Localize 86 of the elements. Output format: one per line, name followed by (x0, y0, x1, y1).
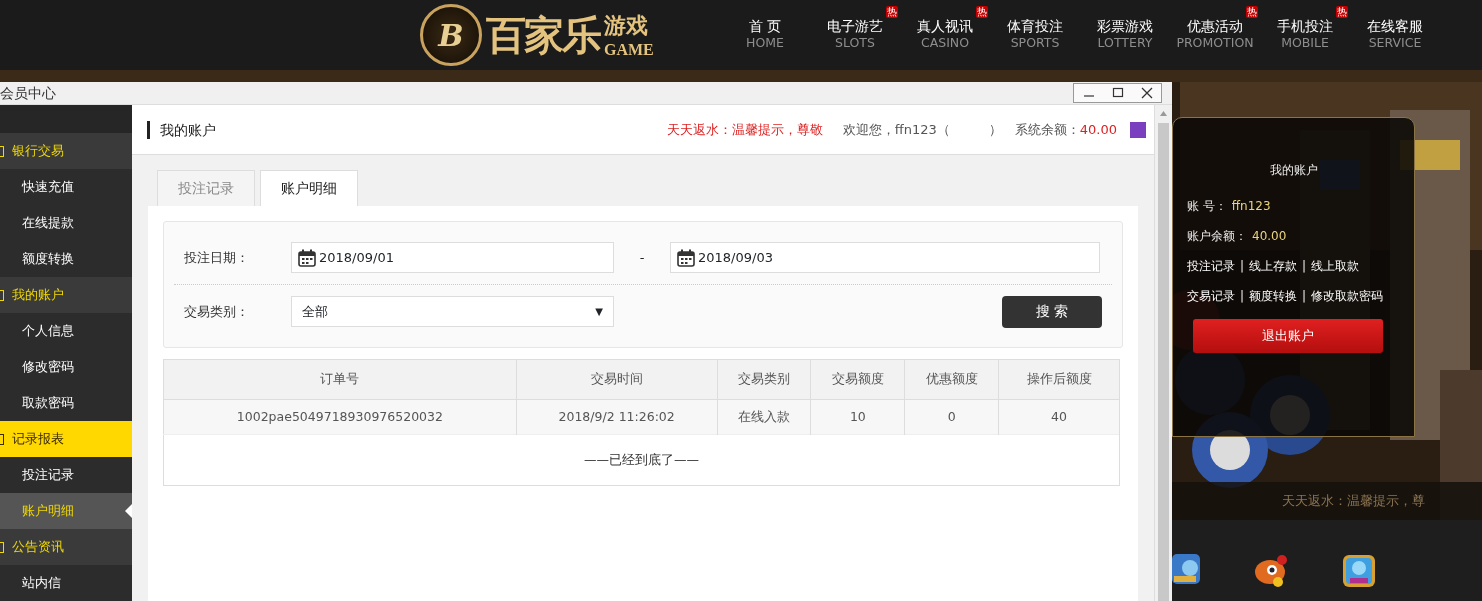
hot-badge: 热 (1336, 5, 1348, 18)
table-cell: 0 (904, 399, 999, 435)
logo-title: 百家乐 (486, 15, 600, 55)
nav-link[interactable]: 体育投注 SPORTS (990, 17, 1080, 51)
close-icon[interactable] (1140, 87, 1153, 99)
menu-group-icon (0, 542, 4, 553)
panel-link[interactable]: 投注记录 (1187, 257, 1235, 275)
hot-badge: 热 (976, 5, 988, 18)
balance-value: 40.00 (1079, 120, 1117, 139)
menu-group[interactable]: 我的账户 (0, 277, 132, 313)
column-header: 优惠额度 (904, 359, 999, 400)
panel-link[interactable]: 线上存款 (1249, 257, 1298, 275)
panel-title: 我的账户 (1268, 162, 1319, 179)
date-separator: - (638, 248, 646, 267)
menu-item[interactable]: 投注记录 (0, 457, 132, 493)
game-icon (1342, 554, 1376, 588)
date-field[interactable]: 2018/09/03 (670, 242, 1100, 273)
column-header: 交易类别 (717, 359, 811, 400)
calendar-icon (298, 248, 316, 267)
nav-link[interactable]: 彩票游戏 LOTTERY (1080, 17, 1170, 51)
nav-link[interactable]: 在线客服 SERVICE (1350, 17, 1440, 51)
marquee-text: 天天返水：温馨提示，尊敬 (667, 120, 824, 139)
select-field[interactable]: 全部 ▼ (291, 296, 614, 327)
table-cell: 10 (810, 399, 905, 435)
menu-group-icon (0, 290, 4, 301)
link-separator: | (1302, 288, 1307, 305)
column-header: 订单号 (163, 359, 517, 400)
panel-link[interactable]: 交易记录 (1187, 287, 1235, 305)
menu-group[interactable]: 记录报表 (0, 421, 132, 457)
menu-item[interactable]: 个人信息 (0, 313, 132, 349)
nav-link[interactable]: 优惠活动 PROMOTION (1170, 17, 1260, 51)
menu-group-icon (0, 434, 4, 445)
link-separator: | (1302, 258, 1307, 275)
menu-item[interactable]: 账户明细 (0, 493, 132, 529)
field-label: 交易类别： (184, 302, 250, 321)
table-cell: 在线入款 (717, 399, 811, 435)
menu-item[interactable]: 取款密码 (0, 385, 132, 421)
game-icon (1172, 554, 1200, 586)
balance-value: 40.00 (1252, 228, 1287, 245)
link-separator: | (1240, 288, 1245, 305)
maximize-icon[interactable] (1111, 87, 1124, 99)
table-cell: 1002pae5049718930976520032 (163, 399, 517, 435)
field-label: 投注日期： (184, 248, 250, 267)
menu-group[interactable]: 银行交易 (0, 133, 132, 169)
end-note: ——已经到底了—— (163, 434, 1120, 486)
hot-badge: 热 (886, 5, 898, 18)
panel-link[interactable]: 线上取款 (1311, 257, 1360, 275)
hot-badge: 热 (1246, 5, 1258, 18)
window-title: 会员中心 (0, 83, 56, 103)
welcome-text: ） (988, 120, 1002, 139)
fish-icon (1252, 554, 1290, 590)
calendar-icon (677, 248, 695, 267)
menu-group[interactable]: 公告资讯 (0, 529, 132, 565)
nav-link[interactable]: 首 页 HOME (720, 17, 810, 51)
menu-item[interactable]: 修改密码 (0, 349, 132, 385)
table-cell: 2018/9/2 11:26:02 (516, 399, 718, 435)
field-label: 账户余额： (1187, 228, 1247, 245)
logo-subtitle: 游戏 (604, 12, 649, 40)
theme-swatch[interactable] (1130, 121, 1146, 138)
balance-label: 系统余额： (1014, 120, 1080, 139)
menu-item[interactable]: 额度转换 (0, 241, 132, 277)
link-separator: | (1240, 258, 1245, 275)
nav-link[interactable]: 电子游艺 SLOTS (810, 17, 900, 51)
column-header: 交易额度 (810, 359, 905, 400)
menu-item[interactable]: 站内信 (0, 565, 132, 601)
logo-subtitle-en: GAME (604, 41, 654, 59)
marquee-text: 天天返水：温馨提示，尊 (1172, 482, 1482, 520)
menu-item[interactable]: 快速充值 (0, 169, 132, 205)
search-button[interactable]: 搜 索 (1002, 295, 1102, 328)
column-header: 操作后额度 (998, 359, 1120, 400)
menu-item[interactable]: 在线提款 (0, 205, 132, 241)
nav-link[interactable]: 真人视讯 CASINO (900, 17, 990, 51)
table-cell: 40 (998, 399, 1120, 435)
nav-link[interactable]: 手机投注 MOBILE (1260, 17, 1350, 51)
menu-group-icon (0, 146, 4, 157)
tab[interactable]: 账户明细 (260, 170, 358, 206)
date-field[interactable]: 2018/09/01 (291, 242, 614, 273)
logout-button[interactable]: 退出账户 (1193, 319, 1383, 353)
logo-emblem: B (420, 4, 482, 66)
panel-link[interactable]: 额度转换 (1249, 287, 1298, 305)
column-header: 交易时间 (516, 359, 718, 400)
panel-link[interactable]: 修改取款密码 (1311, 287, 1384, 305)
account-value: ffn123 (1231, 198, 1271, 215)
field-label: 账 号： (1187, 198, 1227, 215)
page-title: 我的账户 (147, 120, 216, 139)
welcome-text: 欢迎您，ffn123（ (842, 120, 950, 139)
